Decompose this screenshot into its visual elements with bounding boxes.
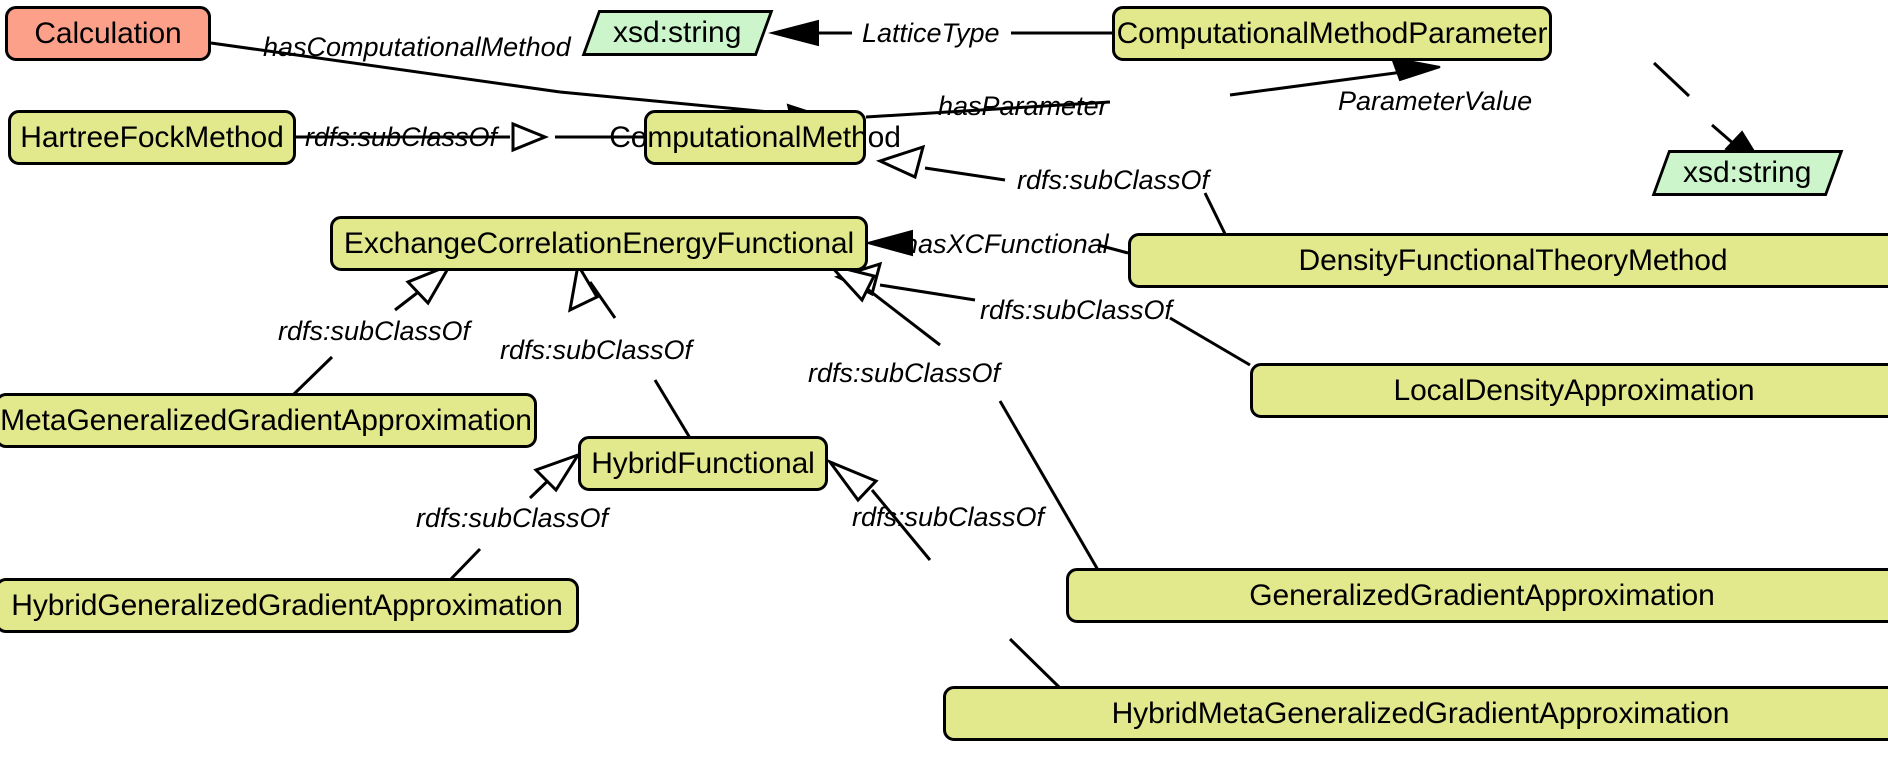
edge-label-parametervalue: ParameterValue	[1338, 86, 1533, 116]
ontology-diagram-canvas: Calculation HartreeFockMethod Computatio…	[0, 0, 1888, 770]
node-metageneralizedgradientapproximation[interactable]: MetaGeneralizedGradientApproximation	[0, 393, 537, 448]
edge-label-subclassof-mgga: rdfs:subClassOf	[278, 316, 471, 346]
node-label: ExchangeCorrelationEnergyFunctional	[343, 226, 855, 260]
node-label: GeneralizedGradientApproximation	[1249, 578, 1715, 612]
node-hybridmetageneralizedgradientapproximation[interactable]: HybridMetaGeneralizedGradientApproximati…	[943, 686, 1888, 741]
node-xsd-string-parametervalue[interactable]: xsd:string	[1651, 150, 1844, 196]
node-label: HybridFunctional	[591, 446, 815, 480]
edge-label-latticetype: LatticeType	[862, 18, 1000, 48]
node-label: DensityFunctionalTheoryMethod	[1298, 243, 1728, 277]
node-calculation[interactable]: Calculation	[5, 6, 211, 61]
node-label: Calculation	[34, 16, 182, 50]
edge-label-subclassof-hmgga: rdfs:subClassOf	[852, 502, 1045, 532]
edge-label-hasxcfunctional: hasXCFunctional	[903, 229, 1109, 259]
edge-label-hasComputationalMethod: hasComputationalMethod	[263, 32, 571, 62]
node-computationalmethodparameter[interactable]: ComputationalMethodParameter	[1112, 6, 1552, 61]
edge-label-subclassof-lda: rdfs:subClassOf	[980, 295, 1173, 325]
node-label: ComputationalMethodParameter	[1116, 16, 1548, 50]
node-label: LocalDensityApproximation	[1393, 373, 1755, 407]
node-densityfunctionaltheorymethod[interactable]: DensityFunctionalTheoryMethod	[1128, 233, 1888, 288]
node-hybridfunctional[interactable]: HybridFunctional	[578, 436, 828, 491]
node-generalizedgradientapproximation[interactable]: GeneralizedGradientApproximation	[1066, 568, 1888, 623]
node-label: xsd:string	[613, 16, 742, 49]
edge-label-hasparameter: hasParameter	[938, 91, 1108, 121]
node-hybridgeneralizedgradientapproximation[interactable]: HybridGeneralizedGradientApproximation	[0, 578, 579, 633]
node-xsd-string-lattice[interactable]: xsd:string	[581, 10, 774, 56]
node-exchangecorrelationenergyfunctional[interactable]: ExchangeCorrelationEnergyFunctional	[330, 216, 868, 271]
node-label: HybridMetaGeneralizedGradientApproximati…	[1111, 696, 1730, 730]
node-label: xsd:string	[1683, 156, 1812, 189]
node-computationalmethod[interactable]: ComputationalMethod	[609, 110, 901, 165]
node-hartreefockmethod[interactable]: HartreeFockMethod	[8, 110, 296, 165]
edge-label-subclassof-hgga: rdfs:subClassOf	[416, 503, 609, 533]
edge-subclassof-hmgga	[825, 458, 1062, 690]
node-localdensityapproximation[interactable]: LocalDensityApproximation	[1250, 363, 1888, 418]
node-label: MetaGeneralizedGradientApproximation	[0, 403, 532, 437]
edge-label-subclassof-hybridfunctional: rdfs:subClassOf	[500, 335, 693, 365]
edge-label-subclassof-dft: rdfs:subClassOf	[1017, 165, 1210, 195]
edge-label-subclassof-gga: rdfs:subClassOf	[808, 358, 1001, 388]
node-label: HartreeFockMethod	[20, 120, 284, 154]
node-label: HybridGeneralizedGradientApproximation	[11, 588, 563, 622]
node-label: ComputationalMethod	[609, 120, 901, 154]
edge-label-subclassof-hartreefock: rdfs:subClassOf	[305, 122, 498, 152]
